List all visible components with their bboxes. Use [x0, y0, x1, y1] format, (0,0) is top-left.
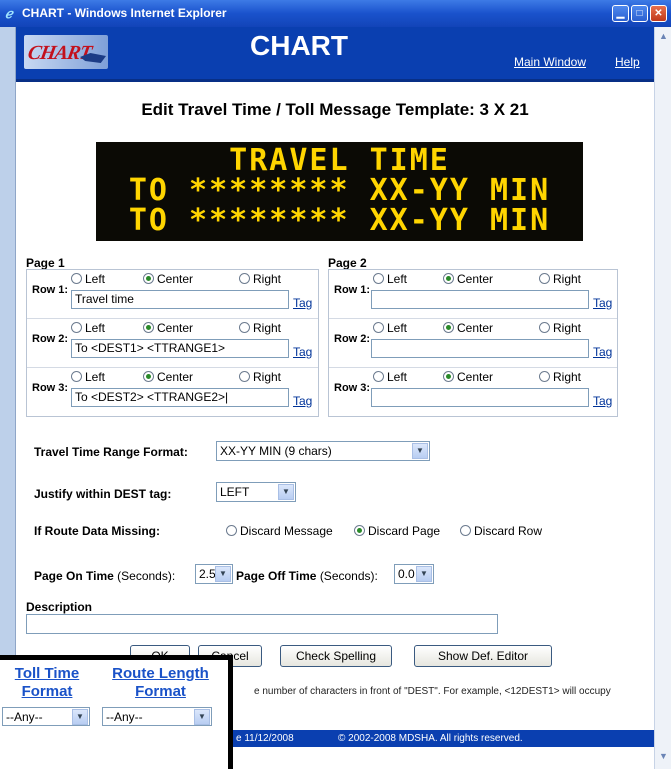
page-off-select[interactable]: 0.0 ▼	[394, 564, 434, 584]
chevron-down-icon: ▼	[416, 566, 432, 582]
discard-page-radio[interactable]: Discard Page	[354, 524, 440, 538]
show-def-editor-button[interactable]: Show Def. Editor	[414, 645, 552, 667]
tag-link[interactable]: Tag	[593, 296, 612, 310]
tag-link[interactable]: Tag	[293, 394, 312, 408]
chevron-down-icon: ▼	[194, 709, 210, 725]
page-1-row-3: Row 3: Left Center Right To <DEST2> <TTR…	[27, 368, 318, 417]
browser-window: ℯ CHART - Windows Internet Explorer ▁ □ …	[0, 0, 671, 769]
internet-explorer-icon: ℯ	[5, 6, 13, 21]
scroll-up-icon[interactable]: ▲	[657, 29, 670, 43]
page-on-label: Page On Time (Seconds):	[34, 569, 176, 583]
row-label: Row 3:	[32, 382, 69, 394]
tag-link[interactable]: Tag	[593, 394, 612, 408]
row-label: Row 1:	[334, 284, 371, 296]
toll-time-filter-select[interactable]: --Any-- ▼	[2, 707, 90, 726]
align-left-radio[interactable]: Left	[373, 272, 407, 286]
row-text-input[interactable]	[371, 290, 589, 309]
page-on-select[interactable]: 2.5 ▼	[195, 564, 233, 584]
align-left-radio[interactable]: Left	[373, 370, 407, 384]
logo-text: CHART	[26, 42, 93, 64]
page-1-label: Page 1	[26, 256, 65, 270]
align-center-radio[interactable]: Center	[143, 370, 193, 384]
justify-select[interactable]: LEFT ▼	[216, 482, 296, 502]
chevron-down-icon: ▼	[278, 484, 294, 500]
page-off-label: Page Off Time (Seconds):	[236, 569, 378, 583]
minimize-button[interactable]: ▁	[612, 5, 629, 22]
row-text-input[interactable]: Travel time	[71, 290, 289, 309]
message-sign-preview: TRAVEL TIME TO ******** XX-YY MIN TO ***…	[96, 142, 583, 241]
align-left-radio[interactable]: Left	[71, 370, 105, 384]
chevron-down-icon: ▼	[215, 566, 231, 582]
close-button[interactable]: ✕	[650, 5, 667, 22]
row-text-input[interactable]	[371, 388, 589, 407]
description-input[interactable]	[26, 614, 498, 634]
align-center-radio[interactable]: Center	[443, 321, 493, 335]
row-label: Row 1:	[32, 284, 69, 296]
page-1-row-1: Row 1: Left Center Right Travel time Tag	[27, 270, 318, 319]
tt-range-select[interactable]: XX-YY MIN (9 chars) ▼	[216, 441, 430, 461]
row-text-input[interactable]	[371, 339, 589, 358]
footer-copyright: © 2002-2008 MDSHA. All rights reserved.	[338, 733, 523, 744]
app-title: CHART	[250, 30, 348, 61]
footer-date: e 11/12/2008	[236, 733, 294, 744]
page-2-row-2: Row 2: Left Center Right Tag	[329, 319, 617, 368]
tag-link[interactable]: Tag	[293, 345, 312, 359]
chart-logo[interactable]: CHART	[24, 35, 108, 69]
route-length-filter-select[interactable]: --Any-- ▼	[102, 707, 212, 726]
align-right-radio[interactable]: Right	[239, 272, 281, 286]
app-header: CHART CHART Main Window Help	[16, 27, 654, 82]
column-filter-inset: Toll Time Format Route Length Format --Any…	[0, 655, 233, 769]
sign-line-3: TO ******** XX-YY MIN	[128, 203, 551, 238]
align-right-radio[interactable]: Right	[239, 321, 281, 335]
maximize-button[interactable]: □	[631, 5, 648, 22]
row-label: Row 2:	[334, 333, 371, 345]
page-1-row-2: Row 2: Left Center Right To <DEST1> <TTR…	[27, 319, 318, 368]
row-text-input[interactable]: To <DEST2> <TTRANGE2>|	[71, 388, 289, 407]
align-right-radio[interactable]: Right	[239, 370, 281, 384]
sign-line-2: TO ******** XX-YY MIN	[128, 173, 551, 208]
align-right-radio[interactable]: Right	[539, 272, 581, 286]
row-label: Row 3:	[334, 382, 371, 394]
align-center-radio[interactable]: Center	[143, 272, 193, 286]
tag-link[interactable]: Tag	[593, 345, 612, 359]
window-titlebar: ℯ CHART - Windows Internet Explorer ▁ □ …	[0, 0, 671, 27]
window-title: CHART - Windows Internet Explorer	[22, 6, 227, 20]
align-center-radio[interactable]: Center	[443, 272, 493, 286]
chevron-down-icon: ▼	[412, 443, 428, 459]
sign-line-1: TRAVEL TIME	[229, 143, 450, 178]
align-center-radio[interactable]: Center	[443, 370, 493, 384]
help-note: e number of characters in front of "DEST…	[254, 686, 611, 697]
align-right-radio[interactable]: Right	[539, 321, 581, 335]
route-length-format-header[interactable]: Route Length Format	[98, 665, 223, 701]
help-link[interactable]: Help	[615, 55, 640, 69]
toll-time-format-header[interactable]: Toll Time Format	[2, 665, 92, 701]
tag-link[interactable]: Tag	[293, 296, 312, 310]
tt-range-label: Travel Time Range Format:	[34, 445, 188, 459]
page-2-row-3: Row 3: Left Center Right Tag	[329, 368, 617, 417]
chevron-down-icon: ▼	[72, 709, 88, 725]
description-label: Description	[26, 600, 93, 614]
page-2-label: Page 2	[328, 256, 367, 270]
align-right-radio[interactable]: Right	[539, 370, 581, 384]
row-text-input[interactable]: To <DEST1> <TTRANGE1>	[71, 339, 289, 358]
discard-row-radio[interactable]: Discard Row	[460, 524, 542, 538]
align-left-radio[interactable]: Left	[71, 321, 105, 335]
route-missing-label: If Route Data Missing:	[34, 524, 161, 538]
page-title: Edit Travel Time / Toll Message Template…	[141, 100, 529, 119]
page-2-panel: Row 1: Left Center Right Tag Row 2: Left…	[328, 269, 618, 417]
page-1-panel: Row 1: Left Center Right Travel time Tag…	[26, 269, 319, 417]
vertical-scrollbar[interactable]: ▲ ▼	[654, 27, 671, 769]
scroll-down-icon[interactable]: ▼	[657, 749, 670, 763]
discard-message-radio[interactable]: Discard Message	[226, 524, 333, 538]
align-left-radio[interactable]: Left	[373, 321, 407, 335]
align-center-radio[interactable]: Center	[143, 321, 193, 335]
page-2-row-1: Row 1: Left Center Right Tag	[329, 270, 617, 319]
main-window-link[interactable]: Main Window	[514, 55, 586, 69]
align-left-radio[interactable]: Left	[71, 272, 105, 286]
justify-label: Justify within DEST tag:	[34, 487, 172, 501]
check-spelling-button[interactable]: Check Spelling	[280, 645, 392, 667]
row-label: Row 2:	[32, 333, 69, 345]
